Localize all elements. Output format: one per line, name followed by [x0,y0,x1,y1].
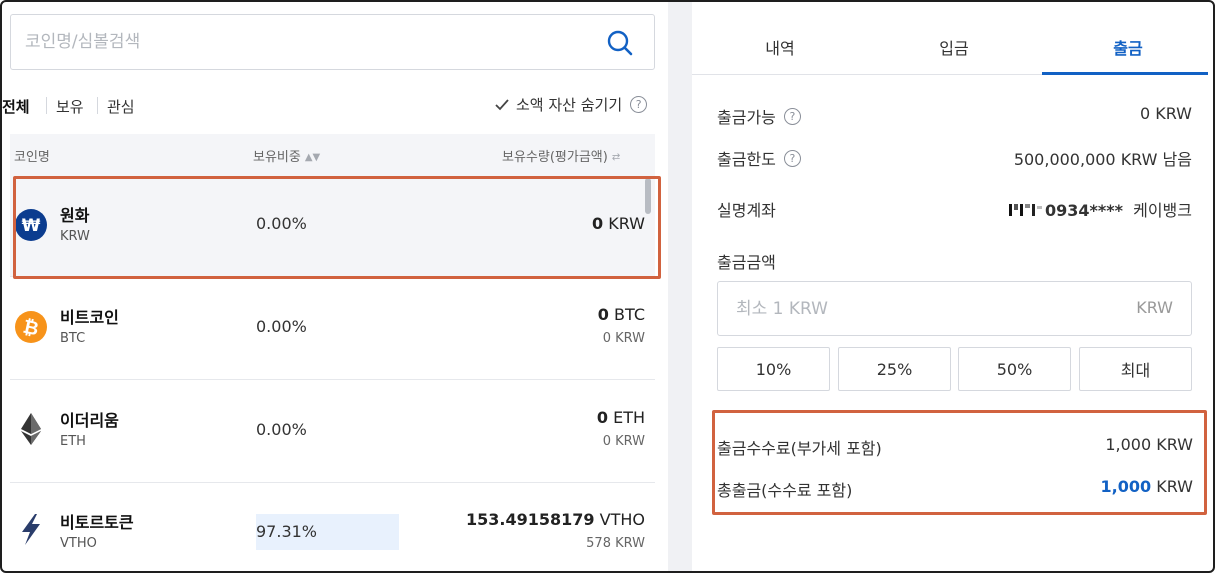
coin-name: 이더리움 [60,411,119,430]
account-bank: 케이뱅크 [1133,201,1192,220]
table-row[interactable]: ₿ 비트코인 BTC 0.00% 0 BTC 0 KRW [10,277,655,380]
holding-amount: 153.49158179 VTHO [466,510,645,529]
filter-owned[interactable]: 보유 [56,96,84,117]
account-number: 0934**** [1044,201,1123,220]
holding-value: 578 KRW [586,536,645,551]
holding-weight: 97.31% [256,522,318,541]
bitcoin-icon: ₿ [15,311,47,343]
percent-max-button[interactable]: 최대 [1079,347,1192,391]
coin-name: 비트코인 [60,308,119,327]
holding-unit: ETH [613,408,645,427]
swap-icon: ⇄ [611,152,621,163]
filter-all[interactable]: 전체 [2,96,30,117]
checkmark-icon [495,98,509,110]
account-label: 실명계좌 [717,201,776,220]
coin-search-box [10,14,655,70]
help-icon[interactable]: ? [783,149,801,167]
available-value: 0 KRW [1139,104,1192,123]
holding-value: 0 KRW [602,331,645,346]
total-number: 1,000 [1100,477,1152,496]
amount-unit: KRW [1136,298,1173,317]
total-unit: KRW [1156,477,1193,496]
table-row[interactable]: 비토르토큰 VTHO 97.31% 153.49158179 VTHO 578 … [10,482,655,573]
coin-symbol: ETH [60,434,86,449]
holding-qty: 153.49158179 [466,510,595,529]
coin-search-input[interactable] [25,29,585,55]
search-icon[interactable] [606,29,634,57]
total-label: 총출금(수수료 포함) [717,481,853,500]
header-weight-label: 보유비중 [253,150,301,165]
highlight-box-krw-row [13,176,661,279]
coin-name: 비토르토큰 [60,513,134,532]
amount-label: 출금금액 [717,253,776,272]
percent-50-button[interactable]: 50% [958,347,1071,391]
hide-small-assets-toggle[interactable]: 소액 자산 숨기기 ? [494,94,648,115]
holding-value: 0 KRW [602,434,645,449]
holding-unit: VTHO [599,510,645,529]
panel-divider [668,0,692,573]
asset-table-header: 코인명 보유비중 ▲▼ 보유수량(평가금액) ⇄ [10,134,655,174]
tab-withdraw[interactable]: 출금 [1042,35,1214,59]
asset-filter-bar: 전체 보유 관심 소액 자산 숨기기 ? [0,92,668,120]
asset-list-panel: 전체 보유 관심 소액 자산 숨기기 ? 코인명 보유비중▲▼ 보유수량(평가금… [0,0,668,573]
help-icon[interactable]: ? [783,107,801,125]
header-amount-label: 보유수량(평가금액) [502,150,608,165]
percent-25-button[interactable]: 25% [838,347,951,391]
masked-digits-icon [1008,204,1042,216]
header-weight[interactable]: 보유비중 ▲▼ [253,146,320,165]
total-value: 1,000 KRW [1101,477,1193,496]
filter-divider [97,97,98,114]
coin-symbol: BTC [60,331,86,346]
holding-qty: 0 [596,408,608,427]
header-amount[interactable]: 보유수량(평가금액) ⇄ [502,146,620,165]
limit-value: 500,000,000 KRW 남음 [1013,150,1192,169]
holding-weight: 0.00% [256,317,307,336]
holding-amount: 0 ETH [597,408,645,427]
holding-weight: 0.00% [256,420,307,439]
fee-label: 출금수수료(부가세 포함) [717,439,882,458]
filter-watch[interactable]: 관심 [107,96,135,117]
limit-label: 출금한도 [717,150,776,169]
account-value: 0934**** 케이뱅크 [1008,197,1192,221]
holding-qty: 0 [597,305,609,324]
percent-10-button[interactable]: 10% [717,347,830,391]
holding-amount: 0 BTC [598,305,645,324]
withdraw-amount-box: KRW [717,281,1192,336]
active-tab-indicator [1042,72,1208,75]
coin-symbol: VTHO [60,536,97,551]
sort-icon: ▲▼ [304,152,321,163]
tab-history[interactable]: 내역 [694,35,866,59]
filter-divider [46,97,47,114]
withdraw-amount-input[interactable] [736,296,1096,322]
tab-deposit[interactable]: 입금 [868,35,1040,59]
holding-unit: BTC [614,305,645,324]
help-icon[interactable]: ? [630,96,648,113]
transfer-tabs: 내역 입금 출금 [692,14,1208,75]
table-row[interactable]: 이더리움 ETH 0.00% 0 ETH 0 KRW [10,380,655,483]
header-coin-name: 코인명 [14,150,50,165]
ethereum-icon [21,413,41,445]
available-label: 출금가능 [717,108,776,127]
lightning-icon [22,514,40,545]
fee-value: 1,000 KRW [1105,435,1193,454]
hide-small-assets-label: 소액 자산 숨기기 [516,96,623,114]
